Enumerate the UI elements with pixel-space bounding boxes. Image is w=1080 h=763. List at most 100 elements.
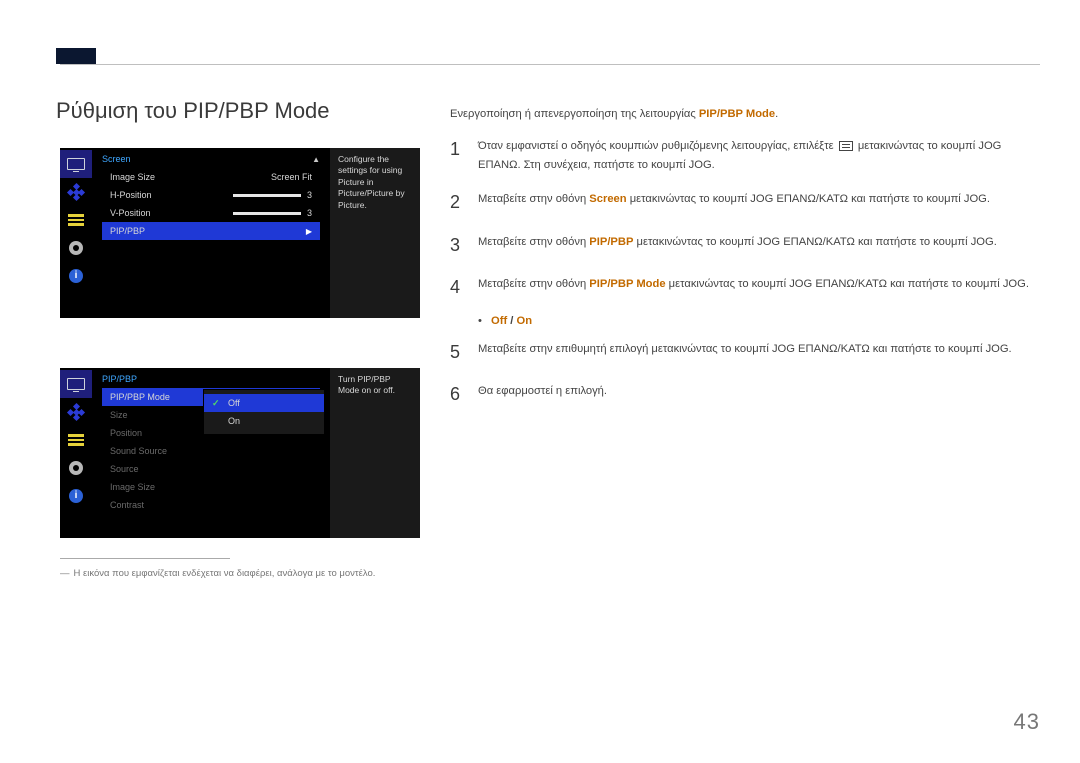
osd-breadcrumb-label: Screen [102, 154, 131, 164]
step-highlight: PIP/PBP [589, 236, 633, 248]
footnote: ― Η εικόνα που εμφανίζεται ενδέχεται να δ… [60, 568, 375, 579]
checkmark-icon: ✓ [212, 398, 222, 409]
osd-pip-pbp-menu: i PIP/PBP PIP/PBP Mode ▶ Size Position S… [60, 368, 420, 538]
osd-row-value: Screen Fit [271, 172, 312, 182]
option-slash: / [507, 315, 516, 327]
osd-icon-info: i [60, 482, 92, 510]
step-text-post: μετακινώντας το κουμπί JOG ΕΠΑΝΩ/ΚΑΤΩ κα… [666, 278, 1029, 290]
step-body: Όταν εμφανιστεί ο οδηγός κουμπιών ρυθμιζ… [478, 134, 1030, 175]
osd-row-value: 3 [307, 190, 312, 200]
osd-menu-items: Screen ▲ Image Size Screen Fit H-Positio… [92, 148, 330, 318]
osd-right-arrow-icon: ▶ [306, 227, 312, 236]
osd-submenu-off-on: ✓ Off On [204, 390, 324, 434]
step-4: 4 Μεταβείτε στην οθόνη PIP/PBP Mode μετα… [450, 272, 1030, 303]
osd-icon-list [60, 206, 92, 234]
step-text-post: μετακινώντας το κουμπί JOG ΕΠΑΝΩ/ΚΑΤΩ κα… [633, 236, 996, 248]
step-body: Μεταβείτε στην οθόνη PIP/PBP μετακινώντα… [478, 230, 1030, 261]
osd-icon-gear [60, 454, 92, 482]
osd-submenu-on[interactable]: On [204, 412, 324, 430]
step-body: Θα εφαρμοστεί η επιλογή. [478, 379, 1030, 410]
step-6: 6 Θα εφαρμοστεί η επιλογή. [450, 379, 1030, 410]
osd-row-source: Source [102, 460, 320, 478]
osd-breadcrumb: PIP/PBP [102, 374, 320, 384]
osd-row-v-position[interactable]: V-Position 3 [102, 204, 320, 222]
osd-row-label: Size [110, 410, 128, 420]
osd-row-contrast: Contrast [102, 496, 320, 514]
footnote-text: Η εικόνα που εμφανίζεται ενδέχεται να δι… [74, 568, 376, 579]
osd-slider: 3 [233, 208, 312, 218]
osd-icon-navigate [60, 178, 92, 206]
osd-breadcrumb-label: PIP/PBP [102, 374, 137, 384]
page-number: 43 [1014, 709, 1040, 735]
osd-row-label: Position [110, 428, 142, 438]
step-body: Μεταβείτε στην οθόνη Screen μετακινώντας… [478, 187, 1030, 218]
osd-submenu-label: Off [228, 398, 240, 408]
step-3: 3 Μεταβείτε στην οθόνη PIP/PBP μετακινών… [450, 230, 1030, 261]
osd-submenu-off[interactable]: ✓ Off [204, 394, 324, 412]
osd-icon-monitor [60, 150, 92, 178]
bullet-dot: • [478, 315, 482, 327]
step-number: 1 [450, 134, 478, 175]
osd-description-panel: Configure the settings for using Picture… [330, 148, 420, 318]
step-body: Μεταβείτε στην επιθυμητή επιλογή μετακιν… [478, 337, 1030, 368]
osd-row-sound-source: Sound Source [102, 442, 320, 460]
intro-suffix: . [775, 108, 778, 120]
osd-row-label: Sound Source [110, 446, 167, 456]
osd-row-label: Contrast [110, 500, 144, 510]
step-text-post: μετακινώντας το κουμπί JOG ΕΠΑΝΩ/ΚΑΤΩ κα… [627, 193, 990, 205]
osd-row-label: PIP/PBP Mode [110, 392, 170, 402]
osd-icon-monitor [60, 370, 92, 398]
step-body: Μεταβείτε στην οθόνη PIP/PBP Mode μετακι… [478, 272, 1030, 303]
osd-row-label: Image Size [110, 482, 155, 492]
osd-row-pip-pbp[interactable]: PIP/PBP ▶ [102, 222, 320, 240]
intro-highlight: PIP/PBP Mode [699, 108, 775, 120]
step-number: 3 [450, 230, 478, 261]
step-5: 5 Μεταβείτε στην επιθυμητή επιλογή μετακ… [450, 337, 1030, 368]
osd-icon-list [60, 426, 92, 454]
osd-row-value: 3 [307, 208, 312, 218]
page-title: Ρύθμιση του PIP/PBP Mode [56, 98, 330, 124]
menu-icon [839, 141, 853, 151]
osd-row-label: V-Position [110, 208, 151, 218]
step-highlight: Screen [589, 193, 626, 205]
steps-list: 1 Όταν εμφανιστεί ο οδηγός κουμπιών ρυθμ… [450, 128, 1030, 422]
osd-row-label: Image Size [110, 172, 155, 182]
intro-prefix: Ενεργοποίηση ή απενεργοποίηση της λειτου… [450, 108, 699, 120]
osd-left-icon-bar: i [60, 368, 92, 538]
osd-breadcrumb: Screen ▲ [102, 154, 320, 164]
step-text-pre: Μεταβείτε στην οθόνη [478, 278, 589, 290]
step-text-pre: Μεταβείτε στην οθόνη [478, 236, 589, 248]
osd-description-panel: Turn PIP/PBP Mode on or off. [330, 368, 420, 538]
intro-text: Ενεργοποίηση ή απενεργοποίηση της λειτου… [450, 108, 778, 120]
osd-slider: 3 [233, 190, 312, 200]
step-2: 2 Μεταβείτε στην οθόνη Screen μετακινώντ… [450, 187, 1030, 218]
osd-up-triangle-icon: ▲ [312, 155, 320, 164]
option-on: On [517, 315, 533, 327]
step-number: 2 [450, 187, 478, 218]
osd-row-label: PIP/PBP [110, 226, 145, 236]
osd-row-h-position[interactable]: H-Position 3 [102, 186, 320, 204]
step-1: 1 Όταν εμφανιστεί ο οδηγός κουμπιών ρυθμ… [450, 134, 1030, 175]
step-text-pre: Μεταβείτε στην οθόνη [478, 193, 589, 205]
footnote-rule [60, 558, 230, 559]
osd-icon-gear [60, 234, 92, 262]
step-number: 6 [450, 379, 478, 410]
step-number: 5 [450, 337, 478, 368]
step-text-pre: Όταν εμφανιστεί ο οδηγός κουμπιών ρυθμιζ… [478, 140, 837, 152]
off-on-bullet: • Off / On [478, 315, 1030, 327]
step-number: 4 [450, 272, 478, 303]
option-off: Off [491, 315, 507, 327]
header-accent-block [56, 48, 96, 64]
osd-submenu-label: On [228, 416, 240, 426]
osd-screen-menu: i Screen ▲ Image Size Screen Fit H-Posit… [60, 148, 420, 318]
osd-row-label: Source [110, 464, 139, 474]
footnote-dash: ― [60, 568, 70, 579]
header-rule [60, 64, 1040, 65]
osd-row-image-size[interactable]: Image Size Screen Fit [102, 168, 320, 186]
osd-left-icon-bar: i [60, 148, 92, 318]
step-highlight: PIP/PBP Mode [589, 278, 665, 290]
osd-row-image-size: Image Size [102, 478, 320, 496]
osd-row-label: H-Position [110, 190, 152, 200]
osd-icon-info: i [60, 262, 92, 290]
osd-icon-navigate [60, 398, 92, 426]
